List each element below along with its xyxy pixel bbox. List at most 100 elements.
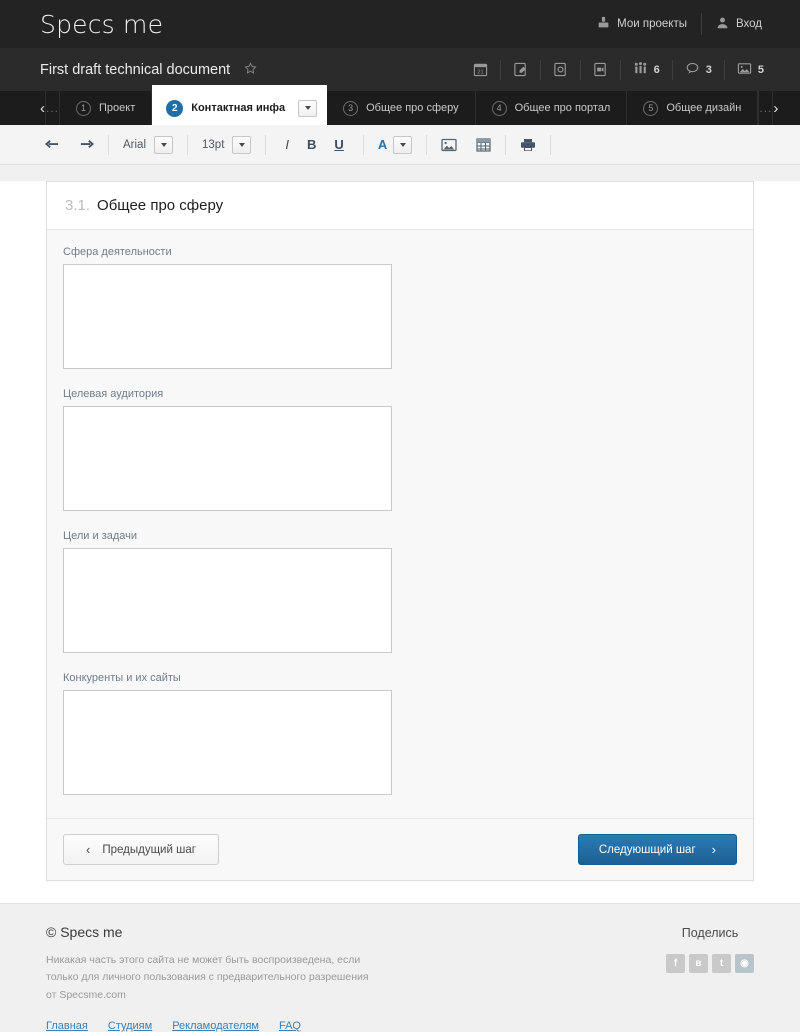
form-navigation: ‹ Предыдущий шаг Следуюшщий шаг ›	[47, 818, 753, 880]
step-tab-3[interactable]: 3 Общее про сферу	[327, 91, 476, 125]
footer-link-reklamodatelyam[interactable]: Рекламодателям	[172, 1020, 259, 1032]
insert-table-icon[interactable]	[471, 133, 495, 157]
field-konkurenty-i-ih-sayty: Конкуренты и их сайты	[63, 672, 392, 798]
konkurenty-input[interactable]	[63, 690, 392, 795]
chevron-down-icon[interactable]	[298, 99, 318, 117]
text-color-select[interactable]: A	[374, 135, 416, 154]
font-family-value: Arial	[123, 138, 147, 151]
step-label: Общее дизайн	[666, 102, 742, 114]
font-size-select[interactable]: 13pt	[198, 135, 255, 154]
footer-copyright: © Specs me	[46, 924, 123, 940]
previous-step-label: Предыдущий шаг	[102, 843, 196, 856]
section-number: 3.1.	[65, 197, 91, 214]
chevron-down-icon[interactable]	[154, 135, 174, 154]
step-label: Контактная инфа	[191, 102, 286, 114]
tabs-overflow-right[interactable]: ...	[758, 91, 772, 125]
people-icon-group[interactable]: 6	[621, 58, 672, 82]
step-tab-4[interactable]: 4 Общее про портал	[476, 91, 628, 125]
step-tabs-bar: ‹ ... 1 Проект 2 Контактная инфа 3 Общее…	[0, 85, 800, 125]
toolbar-divider	[108, 134, 109, 155]
field-label: Цели и задачи	[63, 530, 138, 542]
insert-image-icon[interactable]	[437, 133, 461, 157]
italic-button[interactable]: I	[276, 137, 298, 152]
step-number: 5	[643, 100, 659, 116]
document-video-icon[interactable]	[581, 58, 620, 82]
page-content: 3.1. Общее про сферу Сфера деятельности …	[0, 181, 800, 903]
people-count: 6	[653, 63, 660, 76]
celi-i-zadachi-input[interactable]	[63, 548, 392, 653]
my-projects-label: Мои проекты	[617, 18, 687, 30]
step-number: 4	[491, 100, 507, 116]
login-link[interactable]: Вход	[702, 13, 776, 35]
footer-links: Главная Студиям Рекламодателям FAQ	[46, 1020, 546, 1032]
footer-disclaimer: Никакая часть этого сайта не может быть …	[46, 954, 369, 1001]
footer-link-glavnaya[interactable]: Главная	[46, 1020, 88, 1032]
section-title: Общее про сферу	[97, 197, 224, 214]
image-icon-group[interactable]: 5	[725, 58, 776, 82]
svg-text:21: 21	[477, 69, 483, 75]
top-navigation-bar: Specs me Мои проекты Вход	[0, 0, 800, 48]
underline-button[interactable]: U	[325, 137, 352, 152]
step-tab-5[interactable]: 5 Общее дизайн	[627, 91, 759, 125]
field-label: Сфера деятельности	[63, 246, 172, 258]
edit-document-icon[interactable]	[501, 58, 540, 82]
calendar-icon[interactable]: 21	[461, 58, 500, 82]
step-number: 1	[76, 100, 92, 116]
step-number: 2	[166, 99, 184, 117]
editor-toolbar: Arial 13pt I B U A	[0, 125, 800, 165]
chevron-right-icon: ›	[711, 842, 716, 857]
top-nav-links: Мои проекты Вход	[583, 13, 776, 35]
sfera-deyatelnosti-input[interactable]	[63, 264, 392, 369]
people-icon	[633, 61, 648, 79]
document-title[interactable]: First draft technical document	[40, 62, 230, 78]
undo-arrow-icon[interactable]	[40, 133, 64, 157]
redo-arrow-icon[interactable]	[74, 133, 98, 157]
star-icon[interactable]	[244, 61, 257, 78]
toolbar-divider	[362, 134, 364, 155]
print-icon[interactable]	[516, 133, 540, 157]
image-icon	[737, 61, 752, 79]
footer-link-faq[interactable]: FAQ	[279, 1020, 301, 1032]
step-tab-2-active[interactable]: 2 Контактная инфа	[152, 85, 328, 125]
other-share-button[interactable]: ◉	[735, 954, 754, 973]
page-footer: © Specs me Никакая часть этого сайта не …	[0, 903, 800, 1032]
field-celi-i-zadachi: Цели и задачи	[63, 530, 392, 656]
bold-button[interactable]: B	[298, 137, 325, 152]
document-clock-icon[interactable]	[541, 58, 580, 82]
toolbar-divider	[187, 134, 189, 155]
footer-left: © Specs me Никакая часть этого сайта не …	[46, 924, 546, 1032]
user-icon	[716, 16, 729, 32]
document-actions: 21 6 3 5	[461, 58, 776, 82]
toolbar-divider	[265, 134, 267, 155]
footer-link-studiyam[interactable]: Студиям	[108, 1020, 152, 1032]
vk-share-button[interactable]: в	[689, 954, 708, 973]
toolbar-divider	[426, 134, 428, 155]
next-step-label: Следуюшщий шаг	[598, 843, 696, 856]
step-tab-1[interactable]: 1 Проект	[60, 91, 153, 125]
previous-step-button[interactable]: ‹ Предыдущий шаг	[63, 834, 219, 865]
twitter-share-button[interactable]: t	[712, 954, 731, 973]
form-card: 3.1. Общее про сферу Сфера деятельности …	[46, 181, 754, 881]
document-bar: First draft technical document 21 6 3 5	[0, 48, 800, 91]
my-projects-link[interactable]: Мои проекты	[583, 13, 701, 35]
step-label: Общее про портал	[514, 102, 611, 114]
chevron-down-icon[interactable]	[232, 135, 252, 154]
text-color-letter: A	[377, 137, 388, 152]
facebook-share-button[interactable]: f	[666, 954, 685, 973]
comment-icon-group[interactable]: 3	[673, 58, 724, 82]
field-celevaya-auditoriya: Целевая аудитория	[63, 388, 392, 514]
field-sfera-deyatelnosti: Сфера деятельности	[63, 246, 392, 372]
login-label: Вход	[735, 18, 762, 30]
font-family-select[interactable]: Arial	[119, 135, 177, 154]
tabs-scroll-right-button[interactable]: ›	[772, 91, 778, 125]
celevaya-auditoriya-input[interactable]	[63, 406, 392, 511]
site-logo[interactable]: Specs me	[40, 10, 163, 39]
comment-icon	[685, 61, 700, 79]
form-fields: Сфера деятельности Целевая аудитория Цел…	[47, 230, 753, 818]
comment-count: 3	[705, 63, 712, 76]
tabs-overflow-left[interactable]: ...	[46, 91, 61, 125]
font-size-value: 13pt	[202, 138, 225, 151]
step-number: 3	[343, 100, 359, 116]
next-step-button[interactable]: Следуюшщий шаг ›	[577, 834, 737, 865]
chevron-down-icon[interactable]	[393, 135, 413, 154]
